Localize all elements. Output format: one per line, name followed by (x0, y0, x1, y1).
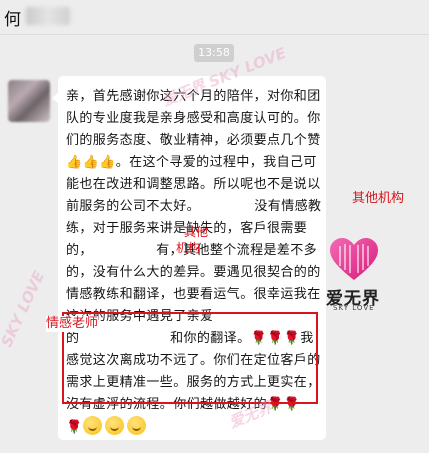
rose-icon: 🌹 (66, 420, 83, 435)
thumbs-up-icon: 👍 (82, 155, 100, 170)
thumbs-up-icon: 👍 (66, 155, 83, 170)
thumbs-up-icon: 👍 (99, 155, 116, 170)
annotation-emotion-teacher: 情感老师 (46, 316, 99, 332)
contact-name-redacted (26, 7, 70, 25)
annotation-other-agency-line1: 其他 (184, 225, 209, 239)
smile-emoji-icon (82, 416, 102, 435)
message-timestamp: 13:58 (194, 44, 234, 62)
highlight-box (62, 312, 318, 404)
watermark-text: SKY LOVE (0, 268, 49, 350)
heart-logo-icon (330, 238, 378, 280)
logo-subtitle: SKY LOVE (333, 304, 375, 312)
smile-emoji-icon (126, 416, 146, 435)
chat-header: 何 (0, 0, 429, 35)
annotation-other-agency-line2: 机构 (176, 241, 201, 255)
avatar[interactable] (8, 80, 50, 122)
contact-name[interactable]: 何 (4, 5, 21, 30)
smile-emoji-icon (104, 416, 124, 435)
annotation-other-agency: 其他机构 (352, 191, 405, 206)
